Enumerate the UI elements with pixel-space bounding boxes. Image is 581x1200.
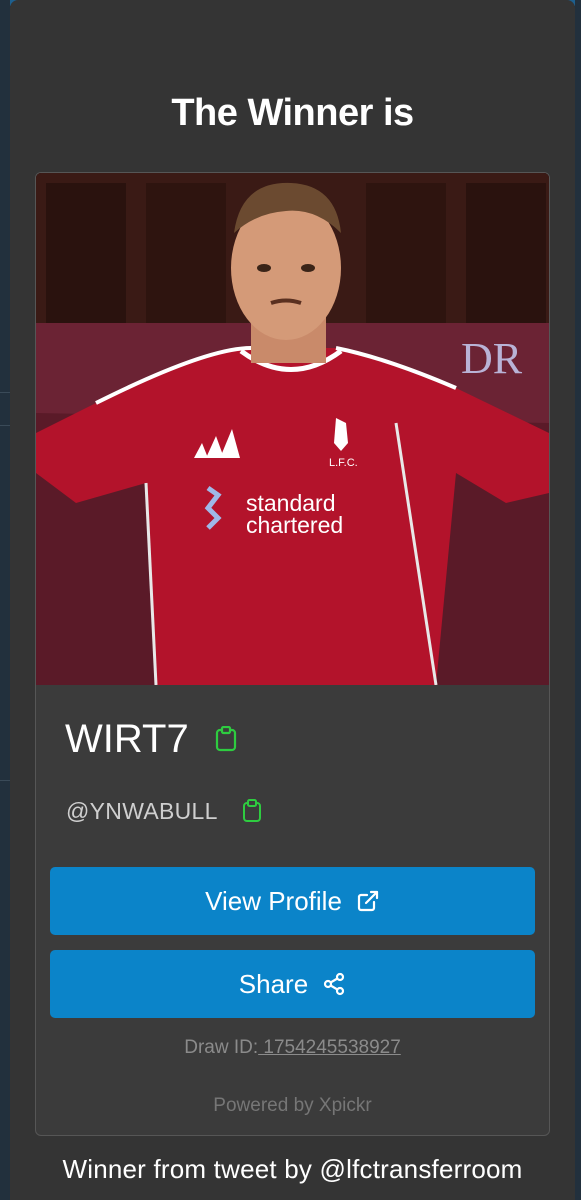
background-divider [0,425,10,426]
winner-name-row: WIRT7 [65,713,237,765]
copy-name-clipboard-icon[interactable] [215,725,237,752]
external-link-icon [356,889,380,913]
draw-id-label: Draw ID: [184,1037,259,1058]
draw-id-link[interactable]: 1754245538927 [258,1037,400,1058]
background-divider [0,392,10,393]
background-page-left [0,0,10,1200]
winner-handle: @YNWABULL [66,797,218,824]
share-label: Share [238,968,309,999]
background-divider [0,780,10,781]
winner-modal: The Winner is DR L.F.C. standard charter… [10,0,575,1200]
share-button[interactable]: Share [50,950,535,1018]
background-page-right [575,0,581,1200]
copy-handle-clipboard-icon[interactable] [242,799,262,823]
winner-display-name: WIRT7 [65,716,189,761]
modal-title: The Winner is [171,92,414,134]
sponsor-line-2: chartered [246,512,343,538]
club-badge-text: L.F.C. [329,457,358,469]
share-nodes-icon [322,972,346,996]
powered-by-text: Powered by Xpickr [213,1095,372,1116]
winner-photo: DR L.F.C. standard chartered [36,173,549,685]
winner-handle-row: @YNWABULL [66,795,262,827]
winner-card: DR L.F.C. standard chartered WIRT7 @YNWA… [35,172,550,1136]
view-profile-button[interactable]: View Profile [50,867,535,935]
view-profile-label: View Profile [205,885,342,916]
banner-text: DR [461,334,523,383]
draw-id: Draw ID: 1754245538927 [36,1037,549,1059]
winner-source-text: Winner from tweet by @lfctransferroom [62,1154,523,1184]
